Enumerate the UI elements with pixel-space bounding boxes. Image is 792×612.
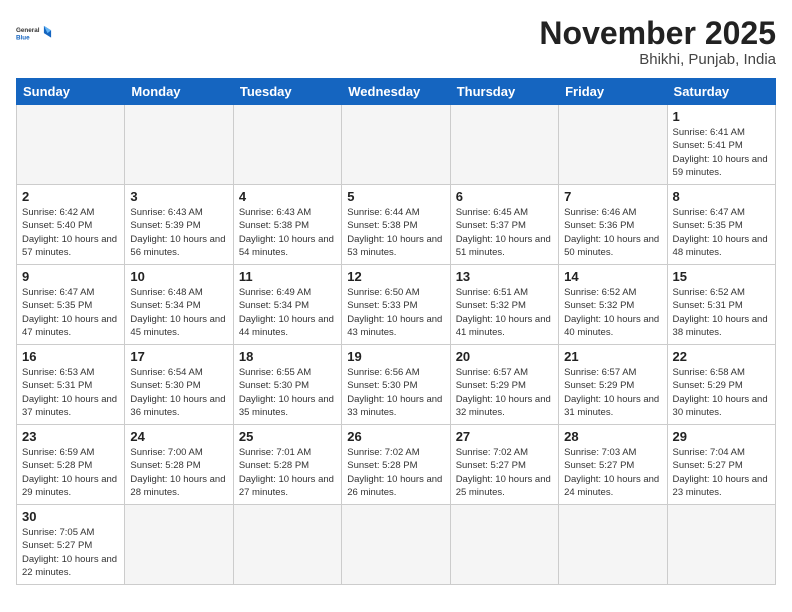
week-row-2: 2 Sunrise: 6:42 AM Sunset: 5:40 PM Dayli… (17, 185, 776, 265)
header-monday: Monday (125, 79, 233, 105)
header-friday: Friday (559, 79, 667, 105)
location: Bhikhi, Punjab, India (539, 51, 776, 68)
day-20: 20 Sunrise: 6:57 AM Sunset: 5:29 PM Dayl… (450, 345, 558, 425)
day-12: 12 Sunrise: 6:50 AM Sunset: 5:33 PM Dayl… (342, 265, 450, 345)
day-2: 2 Sunrise: 6:42 AM Sunset: 5:40 PM Dayli… (17, 185, 125, 265)
page: General Blue November 2025 Bhikhi, Punja… (0, 0, 792, 612)
logo: General Blue (16, 16, 52, 52)
day-5: 5 Sunrise: 6:44 AM Sunset: 5:38 PM Dayli… (342, 185, 450, 265)
day-22: 22 Sunrise: 6:58 AM Sunset: 5:29 PM Dayl… (667, 345, 775, 425)
day-21: 21 Sunrise: 6:57 AM Sunset: 5:29 PM Dayl… (559, 345, 667, 425)
day-28: 28 Sunrise: 7:03 AM Sunset: 5:27 PM Dayl… (559, 425, 667, 505)
empty-cell (667, 505, 775, 585)
title-section: November 2025 Bhikhi, Punjab, India (539, 16, 776, 68)
empty-cell (233, 505, 341, 585)
week-row-4: 16 Sunrise: 6:53 AM Sunset: 5:31 PM Dayl… (17, 345, 776, 425)
week-row-1: 1 Sunrise: 6:41 AM Sunset: 5:41 PM Dayli… (17, 105, 776, 185)
day-29: 29 Sunrise: 7:04 AM Sunset: 5:27 PM Dayl… (667, 425, 775, 505)
empty-cell (450, 505, 558, 585)
day-3: 3 Sunrise: 6:43 AM Sunset: 5:39 PM Dayli… (125, 185, 233, 265)
day-7: 7 Sunrise: 6:46 AM Sunset: 5:36 PM Dayli… (559, 185, 667, 265)
calendar: Sunday Monday Tuesday Wednesday Thursday… (16, 78, 776, 585)
day-27: 27 Sunrise: 7:02 AM Sunset: 5:27 PM Dayl… (450, 425, 558, 505)
day-23: 23 Sunrise: 6:59 AM Sunset: 5:28 PM Dayl… (17, 425, 125, 505)
week-row-5: 23 Sunrise: 6:59 AM Sunset: 5:28 PM Dayl… (17, 425, 776, 505)
day-30: 30 Sunrise: 7:05 AM Sunset: 5:27 PM Dayl… (17, 505, 125, 585)
day-16: 16 Sunrise: 6:53 AM Sunset: 5:31 PM Dayl… (17, 345, 125, 425)
day-13: 13 Sunrise: 6:51 AM Sunset: 5:32 PM Dayl… (450, 265, 558, 345)
weekday-header-row: Sunday Monday Tuesday Wednesday Thursday… (17, 79, 776, 105)
day-8: 8 Sunrise: 6:47 AM Sunset: 5:35 PM Dayli… (667, 185, 775, 265)
empty-cell (342, 505, 450, 585)
header-wednesday: Wednesday (342, 79, 450, 105)
header-tuesday: Tuesday (233, 79, 341, 105)
day-4: 4 Sunrise: 6:43 AM Sunset: 5:38 PM Dayli… (233, 185, 341, 265)
empty-cell (125, 505, 233, 585)
day-1-info: Sunrise: 6:41 AM Sunset: 5:41 PM Dayligh… (673, 126, 770, 179)
day-14: 14 Sunrise: 6:52 AM Sunset: 5:32 PM Dayl… (559, 265, 667, 345)
svg-text:General: General (16, 27, 40, 34)
week-row-6: 30 Sunrise: 7:05 AM Sunset: 5:27 PM Dayl… (17, 505, 776, 585)
header-thursday: Thursday (450, 79, 558, 105)
day-6: 6 Sunrise: 6:45 AM Sunset: 5:37 PM Dayli… (450, 185, 558, 265)
svg-text:Blue: Blue (16, 34, 30, 41)
empty-cell (125, 105, 233, 185)
empty-cell (559, 105, 667, 185)
day-24: 24 Sunrise: 7:00 AM Sunset: 5:28 PM Dayl… (125, 425, 233, 505)
empty-cell (233, 105, 341, 185)
day-10: 10 Sunrise: 6:48 AM Sunset: 5:34 PM Dayl… (125, 265, 233, 345)
empty-cell (559, 505, 667, 585)
day-19: 19 Sunrise: 6:56 AM Sunset: 5:30 PM Dayl… (342, 345, 450, 425)
day-11: 11 Sunrise: 6:49 AM Sunset: 5:34 PM Dayl… (233, 265, 341, 345)
day-18: 18 Sunrise: 6:55 AM Sunset: 5:30 PM Dayl… (233, 345, 341, 425)
empty-cell (342, 105, 450, 185)
day-25: 25 Sunrise: 7:01 AM Sunset: 5:28 PM Dayl… (233, 425, 341, 505)
week-row-3: 9 Sunrise: 6:47 AM Sunset: 5:35 PM Dayli… (17, 265, 776, 345)
day-26: 26 Sunrise: 7:02 AM Sunset: 5:28 PM Dayl… (342, 425, 450, 505)
day-17: 17 Sunrise: 6:54 AM Sunset: 5:30 PM Dayl… (125, 345, 233, 425)
day-15: 15 Sunrise: 6:52 AM Sunset: 5:31 PM Dayl… (667, 265, 775, 345)
header-sunday: Sunday (17, 79, 125, 105)
month-title: November 2025 (539, 16, 776, 51)
day-1: 1 Sunrise: 6:41 AM Sunset: 5:41 PM Dayli… (667, 105, 775, 185)
generalblue-logo-icon: General Blue (16, 16, 52, 52)
header-saturday: Saturday (667, 79, 775, 105)
day-9: 9 Sunrise: 6:47 AM Sunset: 5:35 PM Dayli… (17, 265, 125, 345)
header: General Blue November 2025 Bhikhi, Punja… (16, 16, 776, 68)
empty-cell (450, 105, 558, 185)
empty-cell (17, 105, 125, 185)
